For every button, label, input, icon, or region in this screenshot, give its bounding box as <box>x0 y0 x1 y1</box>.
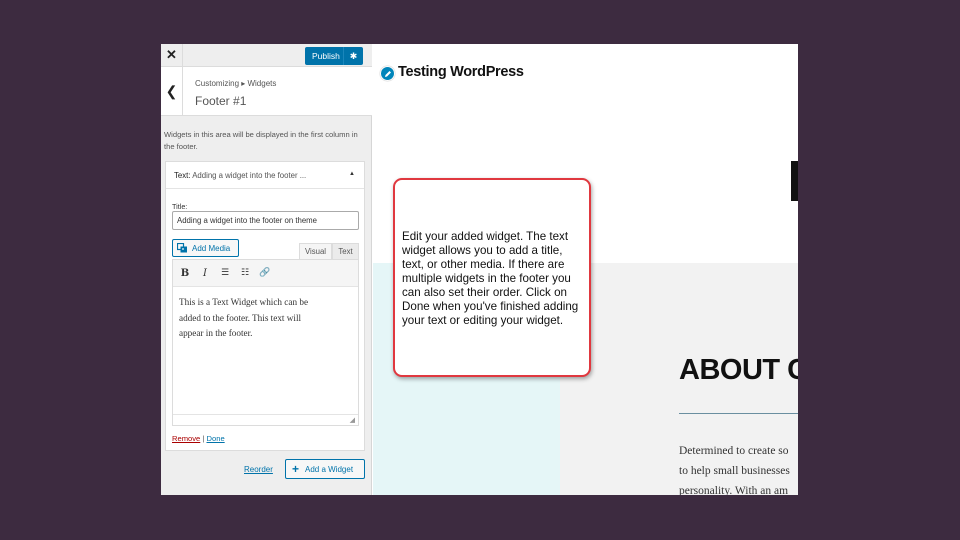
collapse-arrow-icon[interactable]: ▲ <box>349 171 355 177</box>
done-link[interactable]: Done <box>207 434 225 443</box>
tab-visual[interactable]: Visual <box>299 243 332 259</box>
editor-toolbar: B I ☰ ☷ 🔗 <box>173 260 358 287</box>
widget-title-summary: Adding a widget into the footer ... <box>192 171 307 180</box>
widget-type-label: Text: <box>174 171 191 180</box>
widget-actions: Remove | Done <box>172 434 225 443</box>
text-widget-panel: Text: Adding a widget into the footer ..… <box>165 161 365 451</box>
resize-handle-icon[interactable]: ◢ <box>350 416 355 424</box>
about-line: personality. With an am <box>679 485 789 495</box>
publish-label: Publish <box>312 51 340 61</box>
back-icon[interactable]: ❮ <box>161 67 183 116</box>
about-divider <box>679 413 798 414</box>
add-media-label: Add Media <box>192 243 231 253</box>
title-label: Title: <box>172 202 188 211</box>
plus-icon: + <box>292 462 300 476</box>
editor-line: This is a Text Widget which can be <box>179 297 309 307</box>
section-description: Widgets in this area will be displayed i… <box>164 130 358 151</box>
reorder-link[interactable]: Reorder <box>244 465 273 474</box>
about-line: to help small businesses <box>679 465 790 477</box>
italic-icon[interactable]: I <box>197 266 213 281</box>
widget-title: Text: Adding a widget into the footer ..… <box>174 171 306 180</box>
section-header: ❮ Customizing ▸ Widgets Footer #1 <box>161 67 372 116</box>
about-heading: ABOUT C <box>679 354 798 386</box>
about-text: Determined to create so to help small bu… <box>679 441 798 495</box>
section-title: Footer #1 <box>195 94 247 108</box>
publish-button[interactable]: Publish ✱ <box>305 47 363 65</box>
editor-line: appear in the footer. <box>179 328 253 338</box>
edit-shortcut-pencil-icon[interactable] <box>380 66 395 81</box>
editor-content[interactable]: This is a Text Widget which can be added… <box>173 287 358 350</box>
about-line: Determined to create so <box>679 445 789 457</box>
title-input[interactable] <box>172 211 359 230</box>
customizer-topbar: ✕ Publish ✱ <box>161 44 372 67</box>
instruction-callout: Edit your added widget. The text widget … <box>393 178 591 377</box>
tab-text[interactable]: Text <box>332 243 359 259</box>
widget-header[interactable]: Text: Adding a widget into the footer ..… <box>166 162 364 189</box>
add-media-button[interactable]: Add Media <box>172 239 239 257</box>
breadcrumb: Customizing ▸ Widgets <box>195 79 277 88</box>
editor-resize-bar: ◢ <box>173 414 358 425</box>
bold-icon[interactable]: B <box>177 266 193 281</box>
pencil-icon <box>384 70 391 77</box>
rich-text-editor[interactable]: B I ☰ ☷ 🔗 This is a Text Widget which ca… <box>172 259 359 426</box>
editor-line: added to the footer. This text will <box>179 312 302 323</box>
link-icon[interactable]: 🔗 <box>257 266 273 281</box>
customizer-sidebar: ✕ Publish ✱ ❮ Customizing ▸ Widgets Foot… <box>161 44 372 495</box>
hero-decoration <box>791 161 798 201</box>
site-title[interactable]: Testing WordPress <box>398 64 524 80</box>
remove-link[interactable]: Remove <box>172 434 200 443</box>
separator: | <box>202 434 205 443</box>
add-widget-label: Add a Widget <box>305 464 354 474</box>
numbered-list-icon[interactable]: ☷ <box>237 266 253 281</box>
media-icon <box>177 243 187 253</box>
gear-icon[interactable]: ✱ <box>343 47 363 65</box>
close-icon[interactable]: ✕ <box>161 44 183 67</box>
bullet-list-icon[interactable]: ☰ <box>217 266 233 281</box>
add-widget-button[interactable]: + Add a Widget <box>285 459 365 479</box>
